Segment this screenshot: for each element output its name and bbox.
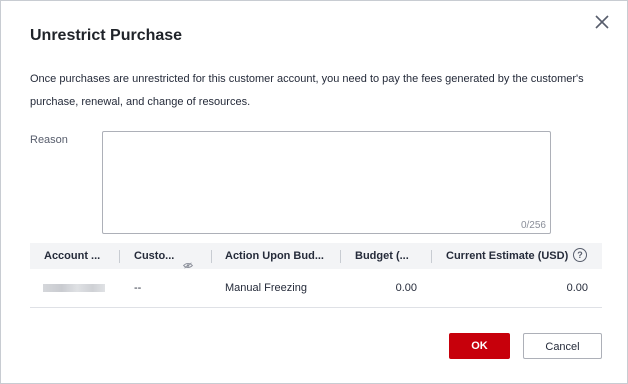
- masked-account-name: [43, 284, 105, 292]
- header-action: Action Upon Bud...: [225, 250, 324, 262]
- header-customer-label: Custo...: [134, 250, 175, 262]
- dialog-description: Once purchases are unrestricted for this…: [30, 73, 584, 108]
- cancel-button[interactable]: Cancel: [523, 333, 602, 359]
- eye-icon[interactable]: [183, 253, 194, 269]
- table-header: Account ... Custo... Action Upon Bud... …: [30, 243, 602, 269]
- cell-current-estimate: 0.00: [566, 282, 588, 294]
- cell-action: Manual Freezing: [225, 282, 307, 294]
- column-divider: [119, 250, 120, 263]
- unrestrict-purchase-dialog: Unrestrict Purchase Once purchases are u…: [0, 0, 628, 384]
- header-current-estimate: Current Estimate (USD): [446, 250, 569, 262]
- column-divider: [211, 250, 212, 263]
- ok-button[interactable]: OK: [449, 333, 510, 359]
- reason-field: 0/256: [102, 131, 551, 234]
- table-row: -- Manual Freezing 0.00 0.00: [30, 269, 602, 308]
- column-divider: [431, 250, 432, 263]
- close-icon[interactable]: [593, 13, 611, 31]
- header-account: Account ...: [44, 250, 101, 262]
- reason-char-counter: 0/256: [520, 220, 546, 231]
- reason-input[interactable]: [103, 132, 550, 233]
- column-divider: [340, 250, 341, 263]
- help-icon[interactable]: ?: [573, 248, 587, 262]
- cell-budget: 0.00: [395, 282, 417, 294]
- reason-label: Reason: [30, 134, 68, 146]
- dialog-title: Unrestrict Purchase: [30, 27, 183, 44]
- customer-table: Account ... Custo... Action Upon Bud... …: [30, 243, 602, 308]
- cell-customer: --: [134, 282, 142, 294]
- header-customer: Custo...: [134, 243, 194, 269]
- header-budget: Budget (...: [355, 250, 409, 262]
